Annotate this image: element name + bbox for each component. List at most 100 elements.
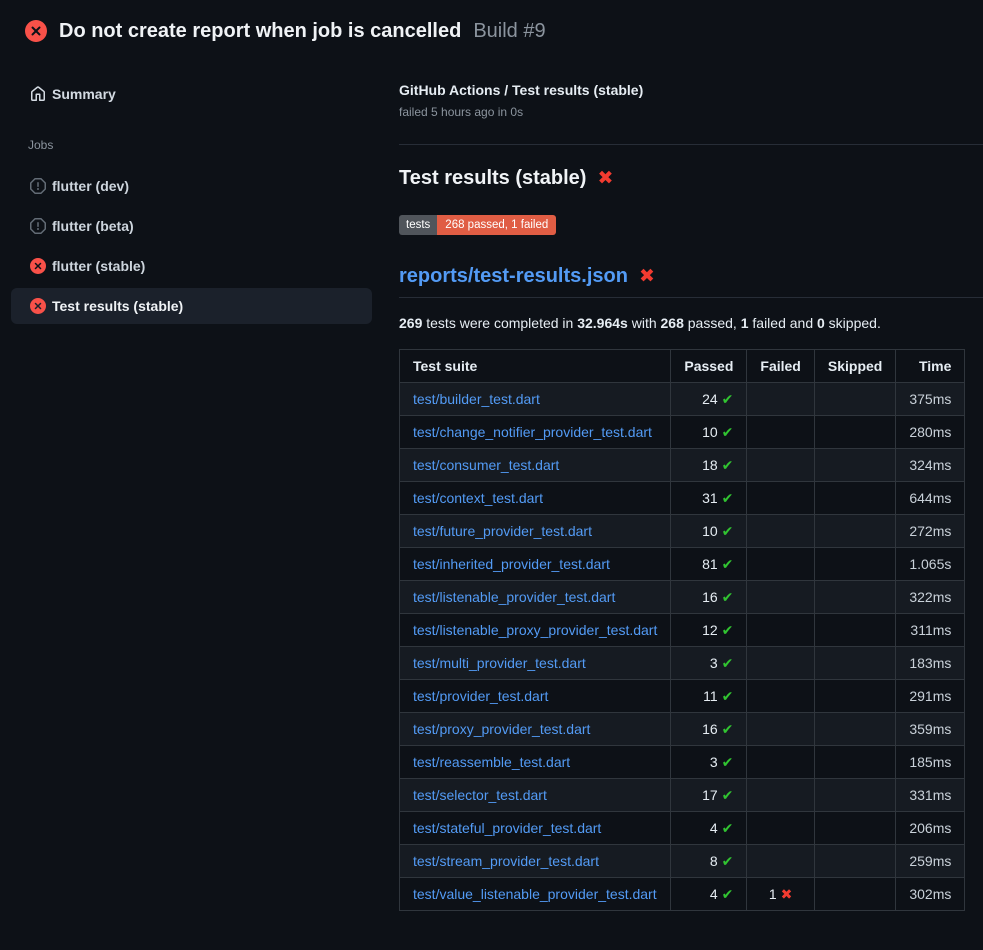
time-cell: 206ms [896,812,965,845]
workflow-breadcrumb: GitHub Actions / Test results (stable) [399,82,983,98]
suite-cell: test/value_listenable_provider_test.dart [400,878,671,911]
main-content: GitHub Actions / Test results (stable) f… [383,56,983,911]
skipped-cell [814,713,895,746]
time-cell: 311ms [896,614,965,647]
test-suite-link[interactable]: test/context_test.dart [413,490,543,506]
passed-cell: 3✔ [671,746,747,779]
check-mark-icon: ✔ [722,556,734,572]
test-suite-link[interactable]: test/multi_provider_test.dart [413,655,586,671]
cross-mark-icon: ✖ [639,267,655,286]
summary-segment: passed, [684,315,741,331]
failed-cell [747,845,814,878]
skipped-cell [814,812,895,845]
check-mark-icon: ✔ [722,721,734,737]
skipped-cell [814,878,895,911]
test-suite-link[interactable]: test/proxy_provider_test.dart [413,721,590,737]
summary-segment: 269 [399,315,422,331]
skipped-cell [814,779,895,812]
test-suite-link[interactable]: test/value_listenable_provider_test.dart [413,886,657,902]
passed-cell: 24✔ [671,383,747,416]
sidebar-item-flutter-stable[interactable]: flutter (stable) [11,248,372,284]
test-suite-link[interactable]: test/stream_provider_test.dart [413,853,599,869]
test-results-table: Test suitePassedFailedSkippedTime test/b… [399,349,965,911]
stop-octagon-icon [30,178,46,194]
passed-cell: 11✔ [671,680,747,713]
check-mark-icon: ✔ [722,391,734,407]
check-title-text: Test results (stable) [399,167,586,190]
job-label: flutter (dev) [52,178,129,194]
summary-segment: tests were completed in [422,315,577,331]
table-row: test/provider_test.dart11✔291ms [400,680,965,713]
sidebar-item-test-results-stable[interactable]: Test results (stable) [11,288,372,324]
test-suite-link[interactable]: test/change_notifier_provider_test.dart [413,424,652,440]
suite-cell: test/reassemble_test.dart [400,746,671,779]
skipped-cell [814,680,895,713]
passed-cell: 17✔ [671,779,747,812]
job-label: flutter (stable) [52,258,145,274]
test-suite-link[interactable]: test/stateful_provider_test.dart [413,820,601,836]
table-row: test/listenable_provider_test.dart16✔322… [400,581,965,614]
suite-cell: test/proxy_provider_test.dart [400,713,671,746]
time-cell: 359ms [896,713,965,746]
check-mark-icon: ✔ [722,622,734,638]
table-row: test/change_notifier_provider_test.dart 1… [400,416,965,449]
skipped-cell [814,548,895,581]
x-circle-fill-icon [30,298,46,314]
sidebar-item-flutter-dev[interactable]: flutter (dev) [11,168,372,204]
test-suite-link[interactable]: test/listenable_provider_test.dart [413,589,615,605]
column-header-time: Time [896,350,965,383]
run-status-text: failed 5 hours ago in 0s [399,105,983,119]
summary-segment: 32.964s [577,315,628,331]
test-suite-link[interactable]: test/consumer_test.dart [413,457,559,473]
test-suite-link[interactable]: test/builder_test.dart [413,391,540,407]
tests-badge: tests 268 passed, 1 failed [399,215,556,235]
failed-cell [747,713,814,746]
test-suite-link[interactable]: test/future_provider_test.dart [413,523,592,539]
table-row: test/stream_provider_test.dart8✔259ms [400,845,965,878]
skipped-cell [814,482,895,515]
passed-cell: 4✔ [671,878,747,911]
x-circle-fill-icon [30,258,46,274]
passed-cell: 10✔ [671,416,747,449]
failed-cell: 1✖ [747,878,814,911]
time-cell: 183ms [896,647,965,680]
check-mark-icon: ✔ [722,589,734,605]
report-heading: reports/test-results.json ✖ [399,265,983,298]
suite-cell: test/provider_test.dart [400,680,671,713]
test-suite-link[interactable]: test/reassemble_test.dart [413,754,570,770]
run-header: Do not create report when job is cancell… [0,0,983,56]
suite-cell: test/consumer_test.dart [400,449,671,482]
passed-cell: 10✔ [671,515,747,548]
skipped-cell [814,383,895,416]
divider [399,144,983,145]
time-cell: 331ms [896,779,965,812]
time-cell: 322ms [896,581,965,614]
test-suite-link[interactable]: test/inherited_provider_test.dart [413,556,610,572]
table-row: test/reassemble_test.dart3✔185ms [400,746,965,779]
failed-cell [747,383,814,416]
table-row: test/inherited_provider_test.dart81✔1.06… [400,548,965,581]
check-mark-icon: ✔ [722,490,734,506]
suite-cell: test/multi_provider_test.dart [400,647,671,680]
table-row: test/future_provider_test.dart10✔272ms [400,515,965,548]
test-suite-link[interactable]: test/provider_test.dart [413,688,548,704]
sidebar-item-flutter-beta[interactable]: flutter (beta) [11,208,372,244]
test-suite-link[interactable]: test/listenable_proxy_provider_test.dart [413,622,657,638]
report-file-link[interactable]: reports/test-results.json [399,265,628,288]
summary-segment: with [628,315,661,331]
failed-cell [747,449,814,482]
test-suite-link[interactable]: test/selector_test.dart [413,787,547,803]
check-mark-icon: ✔ [722,523,734,539]
time-cell: 1.065s [896,548,965,581]
column-header-skipped: Skipped [814,350,895,383]
sidebar-item-summary[interactable]: Summary [11,76,372,112]
summary-segment: 1 [741,315,749,331]
suite-cell: test/future_provider_test.dart [400,515,671,548]
skipped-cell [814,449,895,482]
suite-cell: test/builder_test.dart [400,383,671,416]
job-label: Test results (stable) [52,298,183,314]
table-row: test/context_test.dart31✔644ms [400,482,965,515]
check-title: Test results (stable) ✖ [399,167,983,190]
failed-cell [747,515,814,548]
badge-label: tests [399,215,437,235]
